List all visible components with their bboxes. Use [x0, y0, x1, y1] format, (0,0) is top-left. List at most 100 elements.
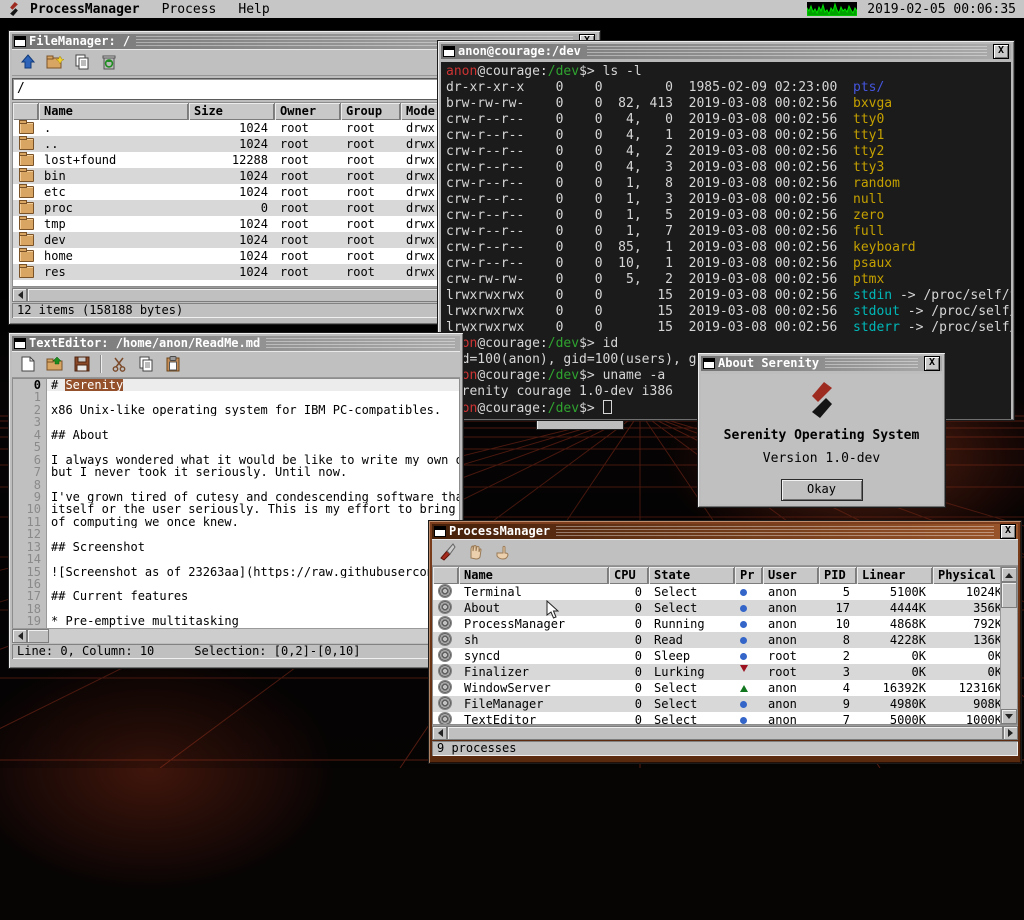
terminal-line: crw-r--r-- 0 0 1, 7 2019-03-08 00:02:56 …: [446, 224, 1011, 240]
col-name[interactable]: Name: [39, 103, 189, 120]
close-icon[interactable]: X: [993, 44, 1009, 59]
cut-icon[interactable]: [108, 353, 130, 375]
about-title: About Serenity: [718, 356, 819, 371]
line-number: 12: [13, 528, 47, 540]
col-linear[interactable]: Linear: [857, 567, 933, 584]
col-icon[interactable]: [433, 567, 459, 584]
col-group[interactable]: Group: [341, 103, 401, 120]
col-physical[interactable]: Physical: [933, 567, 1009, 584]
close-icon[interactable]: X: [1000, 524, 1016, 539]
paste-icon[interactable]: [162, 353, 184, 375]
delete-icon[interactable]: [98, 51, 120, 73]
col-cpu[interactable]: CPU: [609, 567, 649, 584]
close-icon[interactable]: X: [924, 356, 940, 371]
process-gear-icon: [439, 713, 451, 725]
stop-process-icon[interactable]: [464, 541, 486, 563]
new-document-icon[interactable]: [17, 353, 39, 375]
col-icon[interactable]: [13, 103, 39, 120]
priority-normal-icon: [740, 653, 747, 660]
terminal-titlebar[interactable]: anon@courage:/dev X: [441, 44, 1011, 59]
terminal-line: dr-xr-xr-x 0 0 0 1985-02-09 02:23:00 pts…: [446, 80, 1011, 96]
process-row[interactable]: About0Selectanon174444K356K: [433, 600, 1017, 616]
menubar-clock: 2019-02-05 00:06:35: [867, 2, 1016, 17]
process-vertical-scrollbar[interactable]: [1000, 567, 1017, 724]
editor-line: 16: [13, 578, 459, 590]
kill-process-icon[interactable]: [437, 541, 459, 563]
mouse-cursor: [546, 600, 559, 620]
window-icon: [443, 46, 455, 57]
col-state[interactable]: State: [649, 567, 735, 584]
process-row[interactable]: sh0Readanon84228K136K: [433, 632, 1017, 648]
editor-line: 7but I never took it seriously. Until no…: [13, 466, 459, 478]
folder-icon: [19, 218, 34, 230]
open-icon[interactable]: [44, 353, 66, 375]
scroll-left-icon[interactable]: [432, 726, 447, 740]
terminal-line: crw-r--r-- 0 0 85, 1 2019-03-08 00:02:56…: [446, 240, 1011, 256]
priority-normal-icon: [740, 717, 747, 724]
texteditor-content[interactable]: 0# Serenity12x86 Unix-like operating sys…: [12, 378, 460, 628]
texteditor-statusbar: Line: 0, Column: 10 Selection: [0,2]-[0,…: [12, 644, 460, 659]
terminal-title: anon@courage:/dev: [458, 44, 581, 59]
scroll-down-icon[interactable]: [1001, 709, 1017, 724]
new-folder-icon[interactable]: [44, 51, 66, 73]
process-gear-icon: [439, 585, 451, 597]
process-horizontal-scrollbar[interactable]: [432, 725, 1018, 740]
scroll-left-icon[interactable]: [12, 288, 27, 302]
filemanager-title: FileManager: /: [29, 34, 130, 49]
col-owner[interactable]: Owner: [275, 103, 341, 120]
window-icon: [14, 338, 26, 349]
col-user[interactable]: User: [763, 567, 819, 584]
processmanager-titlebar[interactable]: ProcessManager X: [432, 524, 1018, 539]
scroll-thumb[interactable]: [27, 629, 49, 643]
go-up-icon[interactable]: [17, 51, 39, 73]
editor-line: 12: [13, 528, 459, 540]
texteditor-toolbar: [12, 351, 460, 378]
editor-line: 18: [13, 603, 459, 615]
process-row[interactable]: ProcessManager0Runninganon104868K792K: [433, 616, 1017, 632]
scroll-up-icon[interactable]: [1001, 567, 1017, 582]
col-size[interactable]: Size: [189, 103, 275, 120]
scroll-right-icon[interactable]: [1003, 726, 1018, 740]
col-pid[interactable]: PID: [819, 567, 857, 584]
serenity-bolt-logo: [808, 382, 836, 418]
save-icon[interactable]: [71, 353, 93, 375]
processmanager-title: ProcessManager: [449, 524, 550, 539]
titlebar-stripes: [556, 526, 994, 537]
editor-line: 19* Pre-emptive multitasking: [13, 615, 459, 627]
copy-icon[interactable]: [135, 353, 157, 375]
line-number: 2: [13, 404, 47, 416]
process-row[interactable]: Finalizer0Lurkingroot30K0K: [433, 664, 1017, 680]
scroll-left-icon[interactable]: [12, 629, 27, 643]
about-titlebar[interactable]: About Serenity X: [701, 356, 942, 371]
editor-line: 10itself or the user seriously. This is …: [13, 503, 459, 515]
menubar-app-name[interactable]: ProcessManager: [30, 2, 140, 17]
process-row[interactable]: syncd0Sleeproot20K0K: [433, 648, 1017, 664]
process-row[interactable]: TextEditor0Selectanon75000K1000K: [433, 712, 1017, 725]
process-row[interactable]: WindowServer0Selectanon416392K12316K: [433, 680, 1017, 696]
line-number: 3: [13, 416, 47, 428]
window-icon: [434, 526, 446, 537]
okay-button[interactable]: Okay: [781, 479, 863, 501]
process-row[interactable]: FileManager0Selectanon94980K908K: [433, 696, 1017, 712]
terminal-line: lrwxrwxrwx 0 0 15 2019-03-08 00:02:56 st…: [446, 288, 1011, 304]
texteditor-titlebar[interactable]: TextEditor: /home/anon/ReadMe.md: [12, 336, 460, 351]
scroll-thumb[interactable]: [447, 726, 1003, 740]
terminal-line: crw-r--r-- 0 0 4, 0 2019-03-08 00:02:56 …: [446, 112, 1011, 128]
menu-help[interactable]: Help: [238, 2, 269, 17]
col-name[interactable]: Name: [459, 567, 609, 584]
process-table: Name CPU State Pr User PID Linear Physic…: [432, 566, 1018, 725]
titlebar-stripes: [825, 358, 918, 369]
continue-process-icon[interactable]: [491, 541, 513, 563]
scroll-thumb[interactable]: [1001, 582, 1017, 608]
texteditor-horizontal-scrollbar[interactable]: [12, 628, 460, 643]
priority-low-icon: [740, 665, 748, 676]
process-gear-icon: [439, 617, 451, 629]
col-priority[interactable]: Pr: [735, 567, 763, 584]
menu-process[interactable]: Process: [162, 2, 217, 17]
copy-icon[interactable]: [71, 51, 93, 73]
line-number: 10: [13, 503, 47, 515]
editor-line: 9I've grown tired of cutesy and condesce…: [13, 491, 459, 503]
folder-icon: [19, 234, 34, 246]
folder-icon: [19, 154, 34, 166]
process-row[interactable]: Terminal0Selectanon55100K1024K: [433, 584, 1017, 600]
